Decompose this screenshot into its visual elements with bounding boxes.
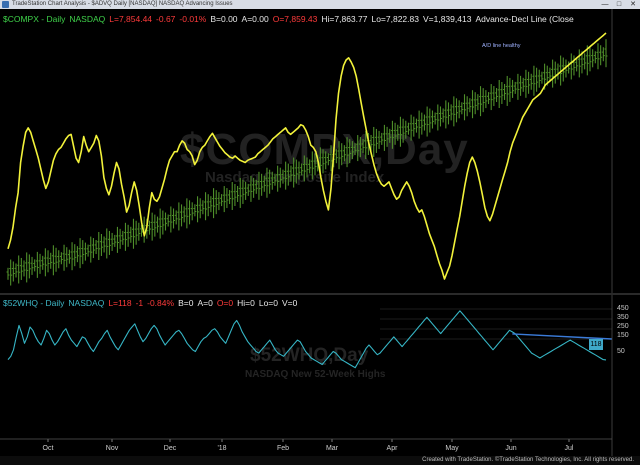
panel2-axis-label-250: 250 — [617, 323, 629, 330]
panel2-axis-label-150: 150 — [617, 332, 629, 339]
panel2-axis-label-50: 50 — [617, 348, 625, 355]
panel1-exchange: NASDAQ — [69, 14, 106, 24]
window-titlebar: TradeStation Chart Analysis - $ADVQ Dail… — [0, 0, 640, 9]
app-icon — [2, 1, 9, 8]
panel1-last: L=7,854.44 — [109, 14, 153, 24]
maximize-button[interactable]: □ — [612, 0, 626, 9]
window-title: TradeStation Chart Analysis - $ADVQ Dail… — [12, 1, 233, 7]
close-button[interactable]: ✕ — [626, 0, 640, 9]
panel1-change: -0.67 — [156, 14, 176, 24]
x-axis-label: '18 — [217, 445, 226, 452]
panel1-symbol: $COMPX - Daily — [3, 14, 66, 24]
x-axis-label: Jul — [565, 445, 574, 452]
x-axis-label: May — [445, 445, 459, 452]
panel2-axis-label-450: 450 — [617, 305, 629, 312]
panel2-last: L=118 — [108, 298, 132, 308]
panel2-exchange: NASDAQ — [68, 298, 105, 308]
panel1-low: Lo=7,822.83 — [371, 14, 419, 24]
x-axis-label: Mar — [326, 445, 339, 452]
x-axis-label: Jun — [505, 445, 516, 452]
x-axis-label: Apr — [387, 445, 399, 452]
minimize-button[interactable]: — — [598, 0, 612, 9]
panel1-header: $COMPX - Daily NASDAQ L=7,854.44 -0.67 -0.01… — [3, 14, 578, 24]
annotation-ad-line[interactable]: A/D line healthy — [482, 43, 521, 49]
x-axis-label: Oct — [43, 445, 54, 452]
panel1-ask: A=0.00 — [241, 14, 269, 24]
x-axis-label: Nov — [106, 445, 119, 452]
panel2-axis-label-350: 350 — [617, 314, 629, 321]
panel2-change: -1 — [135, 298, 144, 308]
footer: Created with TradeStation. ©TradeStation… — [0, 456, 640, 465]
chart-svg[interactable]: Oct Nov Dec '18 Feb Mar Apr May Jun Jul — [0, 9, 640, 456]
footer-copyright: Created with TradeStation. ©TradeStation… — [422, 457, 634, 463]
panel2-high: Hi=0 — [237, 298, 255, 308]
x-axis-label: Dec — [164, 445, 177, 452]
panel2-open: O=0 — [216, 298, 234, 308]
panel1-study-label: Advance-Decl Line (Close — [475, 14, 574, 24]
panel1-volume: V=1,839,413 — [422, 14, 472, 24]
panel2-percent: -0.84% — [147, 298, 175, 308]
x-axis-label: Feb — [277, 445, 289, 452]
panel2-bid: B=0 — [178, 298, 194, 308]
panel2-last-value-marker: 118 — [589, 339, 603, 350]
panel2-low: Lo=0 — [258, 298, 278, 308]
panel1-open: O=7,859.43 — [272, 14, 318, 24]
panel2-volume: V=0 — [282, 298, 298, 308]
panel2-ask: A=0 — [197, 298, 213, 308]
panel2-symbol: $52WHQ - Daily — [3, 298, 65, 308]
panel1-bid: B=0.00 — [210, 14, 238, 24]
chart-area[interactable]: $COMPX,Day Nasdaq Composite Index $52WHQ… — [0, 9, 640, 456]
panel-separator[interactable] — [0, 293, 640, 295]
panel2-header: $52WHQ - Daily NASDAQ L=118 -1 -0.84% B=0 A=0 O… — [3, 298, 301, 308]
panel1-percent: -0.01% — [179, 14, 207, 24]
panel1-high: Hi=7,863.77 — [321, 14, 368, 24]
